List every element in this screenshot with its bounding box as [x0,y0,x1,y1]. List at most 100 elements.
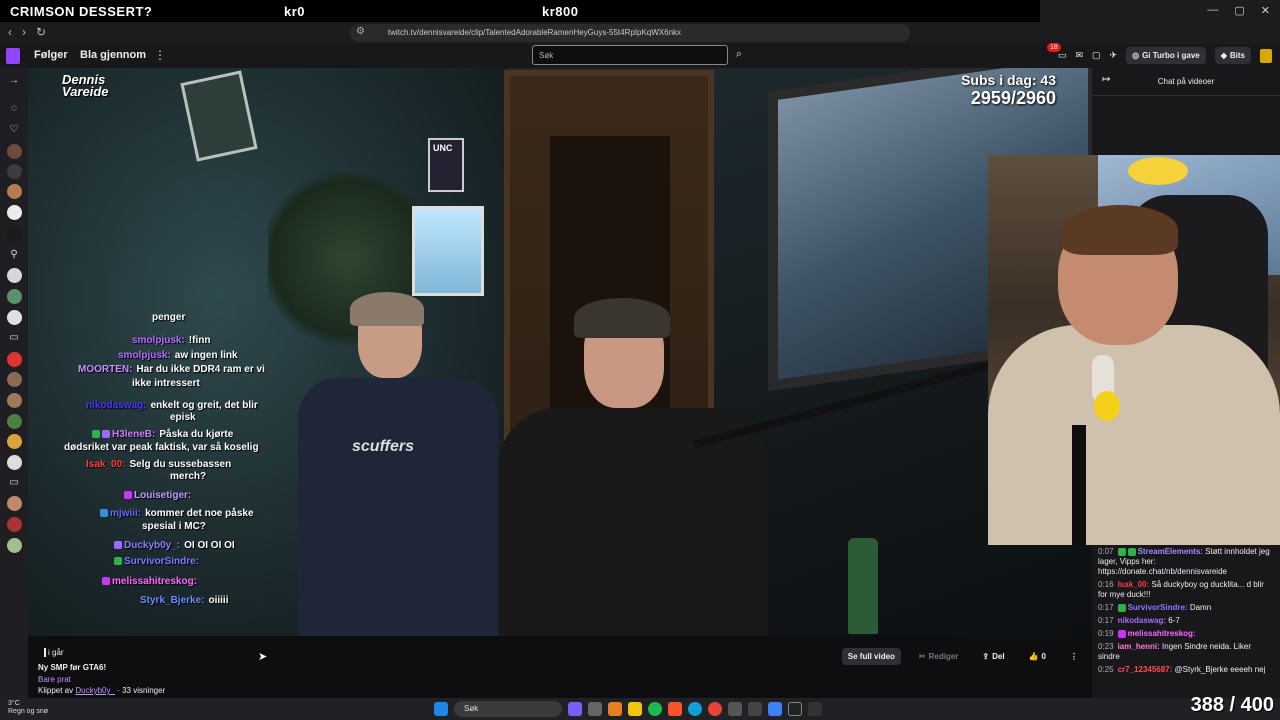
chat-message: 0:16 Isak_00: Så duckyboy og ducklita... … [1098,580,1264,599]
channel-avatar[interactable] [7,517,22,532]
folder-icon[interactable] [628,702,642,716]
clip-counter: 388 / 400 [1190,694,1274,716]
edge-icon[interactable] [688,702,702,716]
scissors-icon: ✂ [918,652,926,661]
whispers-icon[interactable]: ✉ [1075,50,1083,61]
overlay-chat-line: smolpjusk: aw ingen link [118,350,238,361]
taskbar-search[interactable]: Søk [454,701,562,717]
overlay-chat-line: spesial i MC? [142,521,206,532]
channel-avatar[interactable] [7,226,22,241]
start-icon[interactable] [434,702,448,716]
prime-icon[interactable]: ✈ [1110,50,1118,61]
person-right [498,298,768,636]
channel-avatar[interactable] [7,393,22,408]
spotify-icon[interactable] [648,702,662,716]
channel-avatar[interactable] [7,414,22,429]
video-icon[interactable]: ▭ [7,476,21,490]
overlay-chat-line: mjwiii: kommer det noe påske [100,508,254,519]
channel-avatar[interactable] [7,205,22,220]
gift-turbo-button[interactable]: ◎ Gi Turbo i gave [1126,47,1206,64]
channel-logo: Dennis Vareide [62,72,109,99]
video-icon[interactable]: ▭ [7,331,21,345]
hoodie-logo: scuffers [352,438,414,455]
bits-button[interactable]: ◆ Bits [1214,47,1251,64]
clip-category[interactable]: Bare prat [38,675,71,684]
app-icon[interactable] [608,702,622,716]
stream-overlay-bar: CRIMSON DESSERT? kr0 kr800 [0,0,1040,22]
minimize-icon[interactable]: — [1207,4,1218,17]
avatar[interactable] [1260,48,1272,63]
terminal-icon[interactable] [808,702,822,716]
brave-icon[interactable] [668,702,682,716]
channel-avatar[interactable] [7,434,22,449]
channel-avatar[interactable] [7,268,22,283]
chat-message: 0:25 cr7_12345687: @Styrk_Bjerke eeeeh ne… [1098,665,1266,674]
clip-meta: Klippet av Duckyb0y_ · 33 visninger [38,686,166,695]
edit-button[interactable]: ✂ Rediger [913,648,965,665]
notifications-icon[interactable]: ▭ [1058,50,1067,61]
chat-message: 0:23 iam_henni: Ingen Sindre neida. Liker… [1098,642,1251,661]
channel-avatar[interactable] [7,455,22,470]
chat-header: ↦ Chat på videoer [1092,68,1280,96]
webcam-overlay [988,155,1280,545]
clipper-link[interactable]: Duckyb0y_ [75,686,115,695]
channel-avatar[interactable] [7,496,22,511]
channel-avatar[interactable] [7,538,22,553]
channel-avatar[interactable] [7,352,22,367]
app-icon[interactable] [768,702,782,716]
share-icon: ⇪ [982,652,990,661]
channel-avatar[interactable] [7,164,22,179]
app-icon[interactable] [788,702,802,716]
more-options-icon[interactable]: ⋮ [1064,648,1084,665]
add-user-icon[interactable]: ⚲ [7,248,21,262]
search-button[interactable]: ⌕ [730,45,748,65]
forward-icon[interactable]: › [22,25,26,39]
site-info-icon[interactable]: ⚙ [356,26,365,37]
chat-message: 0:19 melissahitreskog: [1098,629,1196,638]
gift-turbo-label: Gi Turbo i gave [1142,51,1200,60]
like-button[interactable]: 👍 0 [1023,648,1052,665]
overlay-chat-line: Duckyb0y_: OI OI OI OI [114,540,235,551]
channel-avatar[interactable] [7,372,22,387]
chat-message: 0:17 SurvivorSindre: Damn [1098,603,1212,612]
full-video-button[interactable]: Se full video [841,648,901,665]
chat-icon[interactable]: ▢ [1092,50,1101,61]
app-icon[interactable] [748,702,762,716]
bits-icon: ◆ [1220,51,1227,60]
overlay-title: CRIMSON DESSERT? [10,4,153,19]
nav-following[interactable]: Følger [34,49,68,61]
address-bar[interactable]: ⚙ twitch.tv/dennisvareide/clip/TalentedA… [350,24,910,42]
overlay-chat-line: merch? [170,471,207,482]
channel-avatar[interactable] [7,310,22,325]
overlay-chat-line: SurvivorSindre: [114,556,203,567]
app-icon[interactable] [588,702,602,716]
overlay-chat-line: ikke intressert [132,378,200,389]
app-icon[interactable] [728,702,742,716]
nav-browse[interactable]: Bla gjennom [80,49,146,61]
bottle [848,538,878,634]
twitch-logo-icon[interactable] [6,48,20,64]
search-input[interactable]: Søk [532,45,728,65]
close-icon[interactable]: ✕ [1261,4,1270,17]
overlay-price-2: kr800 [542,4,579,19]
channel-avatar[interactable] [7,184,22,199]
more-options-icon[interactable]: ⋮ [154,48,166,62]
reload-icon[interactable]: ↻ [36,25,46,39]
chat-message: 0:07 StreamElements: Støtt innholdet jeg … [1098,547,1270,576]
poster: UNC [428,138,464,192]
channel-avatar[interactable] [7,144,22,159]
share-button[interactable]: ⇪ Del [976,648,1010,665]
overlay-chat-line: Isak_00: Selg du sussebassen [86,459,232,470]
chat-message: 0:17 nikodaswag: 6-7 [1098,616,1180,625]
app-icon[interactable] [568,702,582,716]
maximize-icon[interactable]: ▢ [1234,4,1244,17]
weather-widget[interactable]: 3°C Regn og snø [8,700,48,716]
recommended-icon[interactable]: ◌ [7,102,21,116]
clip-actions: Se full video ✂ Rediger ⇪ Del 👍 0 ⋮ [841,648,1084,665]
chrome-icon[interactable] [708,702,722,716]
back-icon[interactable]: ‹ [8,25,12,39]
expand-sidebar-icon[interactable]: → [7,74,21,88]
channel-avatar[interactable] [7,289,22,304]
heart-icon[interactable]: ♡ [7,123,21,137]
overlay-chat-line: Louisetiger: [124,490,195,501]
